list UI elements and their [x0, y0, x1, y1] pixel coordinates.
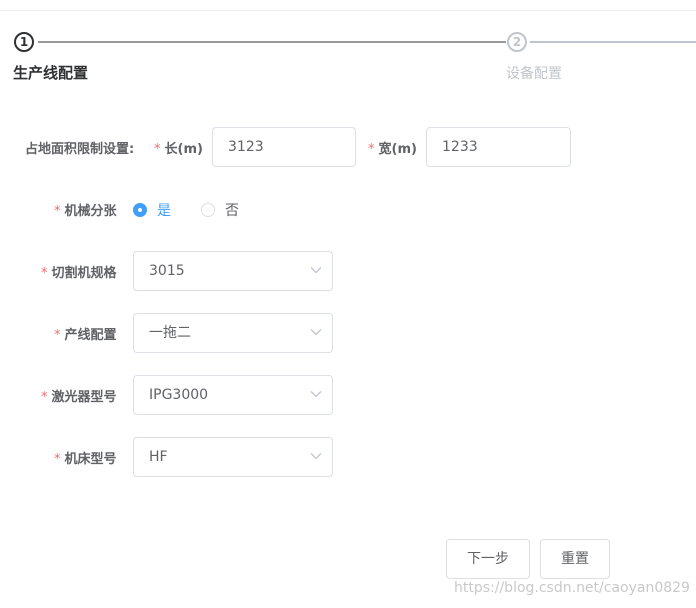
cutter-select[interactable]: 3015	[133, 251, 333, 291]
laser-label: * 激光器型号	[41, 386, 117, 405]
area-limit-label: 占地面积限制设置:	[25, 142, 135, 157]
bed-select[interactable]: HF	[133, 437, 333, 477]
split-label-text: 机械分张	[64, 204, 117, 219]
split-radio-no[interactable]: 否	[201, 200, 239, 220]
split-radio-yes-label: 是	[157, 203, 171, 219]
length-input[interactable]: 3123	[212, 127, 356, 167]
required-mark: *	[54, 452, 61, 467]
split-radio-no-label: 否	[225, 203, 239, 219]
radio-checked-icon	[133, 203, 147, 217]
bed-select-value: HF	[149, 449, 168, 465]
step-2-circle: 2	[507, 32, 527, 52]
chevron-down-icon	[310, 391, 322, 398]
cutter-select-value: 3015	[149, 263, 185, 279]
cutter-label: * 切割机规格	[41, 262, 117, 281]
bed-label-text: 机床型号	[64, 452, 117, 467]
split-radio-yes[interactable]: 是	[133, 200, 171, 220]
width-label: * 宽(m)	[368, 138, 417, 157]
required-mark: *	[154, 142, 161, 157]
required-mark: *	[54, 204, 61, 219]
line-config-select-value: 一拖二	[149, 325, 191, 341]
chevron-down-icon	[310, 267, 322, 274]
laser-label-text: 激光器型号	[51, 390, 117, 405]
line-config-label: * 产线配置	[54, 324, 117, 343]
step-1-circle: 1	[14, 32, 34, 52]
required-mark: *	[41, 390, 48, 405]
width-input[interactable]: 1233	[426, 127, 571, 167]
length-label-text: 长(m)	[164, 142, 203, 157]
chevron-down-icon	[310, 453, 322, 460]
split-label: * 机械分张	[54, 200, 117, 219]
line-config-select[interactable]: 一拖二	[133, 313, 333, 353]
step-connector-active	[38, 41, 506, 43]
step-2-title: 设备配置	[506, 66, 562, 82]
width-label-text: 宽(m)	[378, 142, 417, 157]
step-connector-rest	[530, 41, 696, 43]
radio-unchecked-icon	[201, 203, 215, 217]
required-mark: *	[41, 266, 48, 281]
cutter-label-text: 切割机规格	[51, 266, 117, 281]
laser-select[interactable]: IPG3000	[133, 375, 333, 415]
watermark: https://blog.csdn.net/caoyan0829	[454, 580, 690, 596]
required-mark: *	[368, 142, 375, 157]
line-config-label-text: 产线配置	[64, 328, 117, 343]
reset-button[interactable]: 重置	[540, 539, 610, 579]
laser-select-value: IPG3000	[149, 387, 209, 403]
step-1-title: 生产线配置	[13, 64, 89, 82]
chevron-down-icon	[310, 329, 322, 336]
required-mark: *	[54, 328, 61, 343]
top-divider	[0, 10, 696, 11]
bed-label: * 机床型号	[54, 448, 117, 467]
length-label: * 长(m)	[154, 138, 203, 157]
next-step-button[interactable]: 下一步	[446, 539, 530, 579]
